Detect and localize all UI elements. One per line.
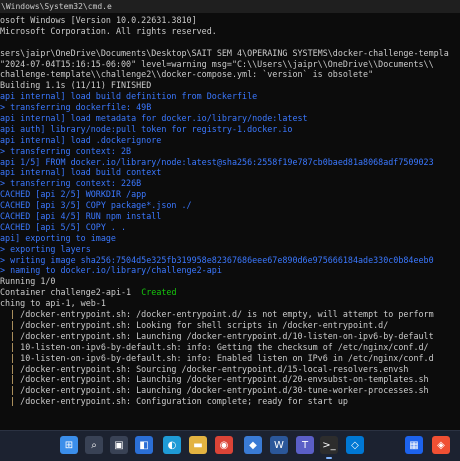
terminal-text: sers\jaipr\OneDrive\Documents\Desktop\SA… xyxy=(0,47,449,58)
terminal-line: > transferring dockerfile: 49B xyxy=(0,102,460,113)
terminal-line: api] exporting to image xyxy=(0,233,460,244)
git-icon[interactable]: ◈ xyxy=(432,436,450,454)
terminal-text: > transferring dockerfile: 49B xyxy=(0,102,152,113)
vscode-icon[interactable]: ◇ xyxy=(346,436,364,454)
log-gutter: | xyxy=(0,385,21,396)
terminal-text: /docker-entrypoint.sh: Launching /docker… xyxy=(20,374,429,385)
terminal-text: > transferring context: 2B xyxy=(0,145,132,156)
taskbar: ⊞ ⌕ ▣ ◧ ◐ ▬ ◉ ◆ W T >_ ◇ ▦ ◈ xyxy=(0,430,460,461)
terminal-line: api internal] load .dockerignore xyxy=(0,135,460,146)
terminal-line: challenge-template\\challenge2\\docker-c… xyxy=(0,69,460,80)
terminal-text: api internal] load .dockerignore xyxy=(0,134,162,145)
terminal-line: | /docker-entrypoint.sh: Launching /dock… xyxy=(0,385,460,396)
terminal-text: api 1/5] FROM docker.io/library/node:lat… xyxy=(0,156,434,167)
log-gutter: | xyxy=(0,374,21,385)
terminal-line: ching to api-1, web-1 xyxy=(0,298,460,309)
terminal-line: Microsoft Corporation. All rights reserv… xyxy=(0,26,460,37)
terminal-text: api auth] library/node:pull token for re… xyxy=(0,123,293,134)
task-view-icon[interactable]: ▣ xyxy=(110,436,128,454)
terminal-line: | /docker-entrypoint.sh: Launching /dock… xyxy=(0,374,460,385)
terminal-text: > writing image sha256:7504d5e325fb31995… xyxy=(0,254,434,265)
terminal-line: | /docker-entrypoint.sh: Launching /dock… xyxy=(0,331,460,342)
terminal-line: api 1/5] FROM docker.io/library/node:lat… xyxy=(0,157,460,168)
terminal-text: Created xyxy=(141,287,177,298)
terminal-line: osoft Windows [Version 10.0.22631.3810] xyxy=(0,15,460,26)
terminal-text: CACHED [api 3/5] COPY package*.json ./ xyxy=(0,200,192,211)
terminal-text: /docker-entrypoint.sh: Configuration com… xyxy=(20,396,348,407)
terminal-line: sers\jaipr\OneDrive\Documents\Desktop\SA… xyxy=(0,48,460,59)
terminal-line: "2024-07-04T15:16:15-06:00" level=warnin… xyxy=(0,59,460,70)
terminal-line: > transferring context: 226B xyxy=(0,178,460,189)
log-gutter: | xyxy=(0,363,21,374)
terminal-line: CACHED [api 3/5] COPY package*.json ./ xyxy=(0,200,460,211)
terminal-text: > exporting layers xyxy=(0,243,91,254)
terminal-text: /docker-entrypoint.sh: Looking for shell… xyxy=(20,319,389,330)
terminal-line: api auth] library/node:pull token for re… xyxy=(0,124,460,135)
terminal-text: /docker-entrypoint.sh: /docker-entrypoin… xyxy=(20,309,434,320)
terminal-line: CACHED [api 5/5] COPY . . xyxy=(0,222,460,233)
terminal-text: CACHED [api 4/5] RUN npm install xyxy=(0,211,162,222)
terminal-text: challenge-template\\challenge2\\docker-c… xyxy=(0,69,374,80)
log-gutter: | xyxy=(0,341,21,352)
terminal-line: api internal] load build definition from… xyxy=(0,91,460,102)
terminal-text: /docker-entrypoint.sh: Launching /docker… xyxy=(20,385,429,396)
file-explorer-icon[interactable]: ▬ xyxy=(189,436,207,454)
terminal-text: ching to api-1, web-1 xyxy=(0,298,106,309)
log-gutter: | xyxy=(0,319,21,330)
terminal-line: | /docker-entrypoint.sh: /docker-entrypo… xyxy=(0,309,460,320)
edge-icon[interactable]: ◐ xyxy=(163,436,181,454)
search-icon[interactable]: ⌕ xyxy=(85,436,103,454)
terminal-line: | /docker-entrypoint.sh: Looking for she… xyxy=(0,320,460,331)
terminal-text: > naming to docker.io/library/challenge2… xyxy=(0,265,222,276)
terminal-line: Running 1/0 xyxy=(0,276,460,287)
terminal-line: api internal] load build context xyxy=(0,167,460,178)
terminal-icon[interactable]: >_ xyxy=(320,436,338,459)
widgets-icon[interactable]: ◧ xyxy=(135,436,153,454)
log-gutter: | xyxy=(0,330,21,341)
terminal-output[interactable]: osoft Windows [Version 10.0.22631.3810] M… xyxy=(0,15,460,425)
terminal-line: | 10-listen-on-ipv6-by-default.sh: info:… xyxy=(0,353,460,364)
docker-icon[interactable]: ▦ xyxy=(405,436,423,454)
window-titlebar[interactable]: \Windows\System32\cmd.e xyxy=(0,0,460,13)
teams-icon[interactable]: T xyxy=(296,436,314,454)
terminal-text: api] exporting to image xyxy=(0,232,116,243)
terminal-text: Building 1.1s (11/11) FINISHED xyxy=(0,80,152,91)
terminal-text: CACHED [api 5/5] COPY . . xyxy=(0,221,127,232)
terminal-text: /docker-entrypoint.sh: Launching /docker… xyxy=(20,330,434,341)
terminal-text: Running 1/0 xyxy=(0,276,56,287)
log-gutter: | xyxy=(0,309,21,320)
terminal-line: > naming to docker.io/library/challenge2… xyxy=(0,265,460,276)
terminal-text: Container challenge2-api-1 xyxy=(0,287,142,298)
log-gutter: | xyxy=(0,396,21,407)
terminal-text: "2024-07-04T15:16:15-06:00" level=warnin… xyxy=(0,58,434,69)
terminal-text: 10-listen-on-ipv6-by-default.sh: info: E… xyxy=(20,352,434,363)
terminal-text: 10-listen-on-ipv6-by-default.sh: info: G… xyxy=(20,341,429,352)
terminal-text: api internal] load build definition from… xyxy=(0,91,258,102)
word-icon[interactable]: W xyxy=(270,436,288,454)
terminal-text: Microsoft Corporation. All rights reserv… xyxy=(0,25,217,36)
terminal-line: Container challenge2-api-1 Created xyxy=(0,287,460,298)
terminal-line: CACHED [api 2/5] WORKDIR /app xyxy=(0,189,460,200)
log-gutter: | xyxy=(0,352,21,363)
terminal-line: Building 1.1s (11/11) FINISHED xyxy=(0,80,460,91)
store-icon[interactable]: ◆ xyxy=(244,436,262,454)
chrome-icon[interactable]: ◉ xyxy=(215,436,233,454)
terminal-text: /docker-entrypoint.sh: Sourcing /docker-… xyxy=(20,363,409,374)
terminal-line: > transferring context: 2B xyxy=(0,146,460,157)
terminal-line: > exporting layers xyxy=(0,244,460,255)
terminal-line: | /docker-entrypoint.sh: Sourcing /docke… xyxy=(0,364,460,375)
terminal-line: CACHED [api 4/5] RUN npm install xyxy=(0,211,460,222)
terminal-text: > transferring context: 226B xyxy=(0,178,142,189)
terminal-line: > writing image sha256:7504d5e325fb31995… xyxy=(0,255,460,266)
terminal-line: | /docker-entrypoint.sh: Configuration c… xyxy=(0,396,460,407)
terminal-text: CACHED [api 2/5] WORKDIR /app xyxy=(0,189,147,200)
window-title: \Windows\System32\cmd.e xyxy=(1,2,112,11)
terminal-line: | 10-listen-on-ipv6-by-default.sh: info:… xyxy=(0,342,460,353)
terminal-line: api internal] load metadata for docker.i… xyxy=(0,113,460,124)
terminal-text: api internal] load metadata for docker.i… xyxy=(0,113,308,124)
start-icon[interactable]: ⊞ xyxy=(60,436,78,454)
terminal-text: osoft Windows [Version 10.0.22631.3810] xyxy=(0,15,197,25)
terminal-text: api internal] load build context xyxy=(0,167,162,178)
